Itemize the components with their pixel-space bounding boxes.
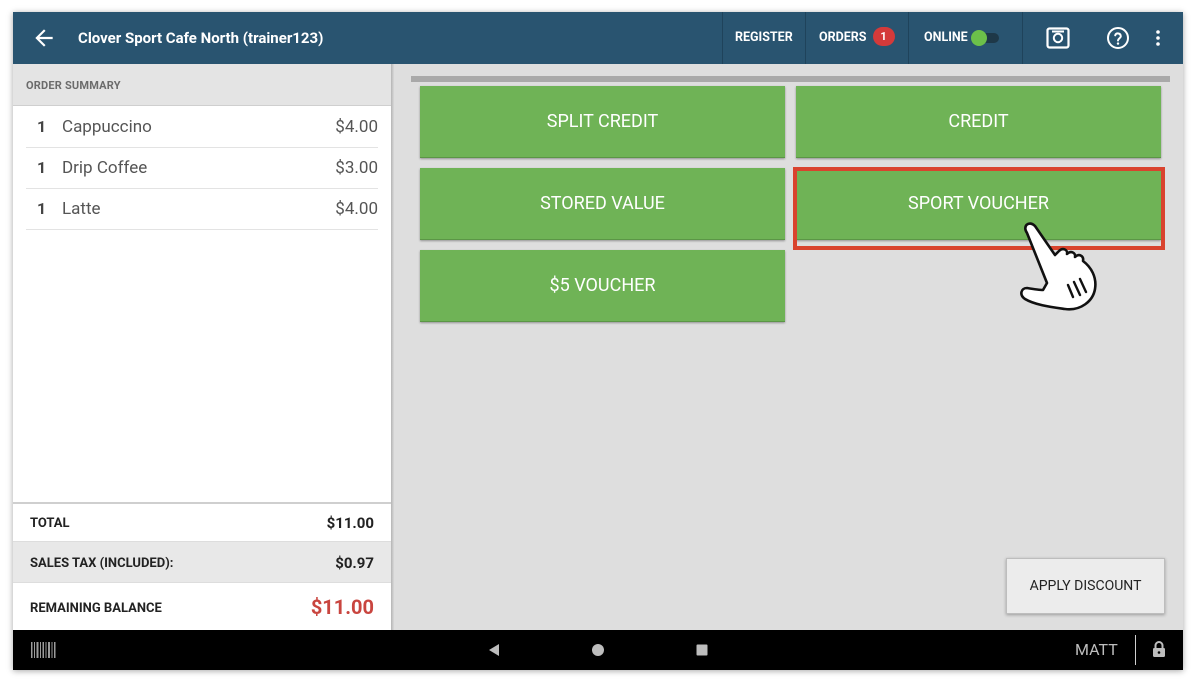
remaining-balance-label: REMAINING BALANCE — [30, 601, 162, 616]
item-quantity: 1 — [37, 158, 47, 177]
order-line-item[interactable]: 1 Drip Coffee $3.00 — [26, 148, 378, 189]
orders-label: ORDERS — [819, 30, 867, 45]
item-price: $4.00 — [335, 199, 378, 219]
lock-icon[interactable] — [1152, 640, 1166, 658]
home-circle-icon[interactable] — [589, 641, 607, 659]
remaining-balance-value: $11.00 — [310, 595, 374, 619]
divider — [1135, 635, 1136, 665]
help-icon[interactable] — [1106, 26, 1130, 50]
order-line-item[interactable]: 1 Cappuccino $4.00 — [26, 107, 378, 148]
signed-in-user[interactable]: MATT — [1075, 640, 1118, 659]
item-name: Latte — [62, 199, 101, 219]
pos-screen: Clover Sport Cafe North (trainer123) REG… — [13, 12, 1183, 670]
back-triangle-icon[interactable] — [485, 641, 503, 659]
divider — [722, 12, 723, 64]
tender-area-top-rule — [411, 76, 1170, 82]
more-vert-icon[interactable] — [1150, 28, 1166, 48]
merchant-title: Clover Sport Cafe North (trainer123) — [78, 29, 324, 47]
sales-tax-value: $0.97 — [335, 554, 374, 572]
tender-button-sport-voucher[interactable]: SPORT VOUCHER — [796, 168, 1161, 240]
orders-button[interactable]: ORDERS 1 — [819, 12, 895, 64]
online-label: ONLINE — [924, 30, 968, 45]
item-name: Cappuccino — [62, 117, 152, 137]
online-toggle-switch[interactable] — [969, 30, 1001, 46]
back-arrow-icon[interactable] — [31, 25, 57, 51]
recents-square-icon[interactable] — [693, 641, 711, 659]
item-price: $3.00 — [335, 158, 378, 178]
tender-button-split-credit[interactable]: SPLIT CREDIT — [420, 86, 785, 158]
top-app-bar: Clover Sport Cafe North (trainer123) REG… — [13, 12, 1183, 64]
totals-section: TOTAL $11.00 SALES TAX (INCLUDED): $0.97… — [13, 502, 391, 632]
item-quantity: 1 — [37, 199, 47, 218]
total-label: TOTAL — [30, 516, 70, 531]
item-price: $4.00 — [335, 117, 378, 137]
total-value: $11.00 — [326, 514, 374, 532]
tender-button-5-voucher[interactable]: $5 VOUCHER — [420, 250, 785, 322]
panel-divider — [391, 64, 394, 630]
tender-button-credit[interactable]: CREDIT — [796, 86, 1161, 158]
sales-tax-row: SALES TAX (INCLUDED): $0.97 — [13, 542, 391, 583]
order-summary-header: ORDER SUMMARY — [13, 64, 391, 106]
order-line-item[interactable]: 1 Latte $4.00 — [26, 189, 378, 230]
total-row: TOTAL $11.00 — [13, 504, 391, 542]
order-summary-panel: ORDER SUMMARY 1 Cappuccino $4.00 1 Drip … — [13, 64, 391, 632]
item-name: Drip Coffee — [62, 158, 148, 178]
divider — [805, 12, 806, 64]
orders-count-badge: 1 — [872, 27, 895, 46]
remaining-balance-row: REMAINING BALANCE $11.00 — [13, 583, 391, 632]
system-navigation-bar: MATT — [13, 630, 1183, 670]
sales-tax-label: SALES TAX (INCLUDED): — [30, 556, 174, 571]
order-summary-title: ORDER SUMMARY — [26, 79, 121, 92]
barcode-icon[interactable] — [31, 642, 57, 658]
divider — [908, 12, 909, 64]
apply-discount-button[interactable]: APPLY DISCOUNT — [1006, 558, 1165, 614]
cash-drawer-icon[interactable] — [1046, 27, 1070, 49]
register-button[interactable]: REGISTER — [735, 12, 793, 64]
item-quantity: 1 — [37, 117, 47, 136]
divider — [1022, 12, 1023, 64]
toggle-knob — [971, 30, 987, 46]
tender-button-stored-value[interactable]: STORED VALUE — [420, 168, 785, 240]
